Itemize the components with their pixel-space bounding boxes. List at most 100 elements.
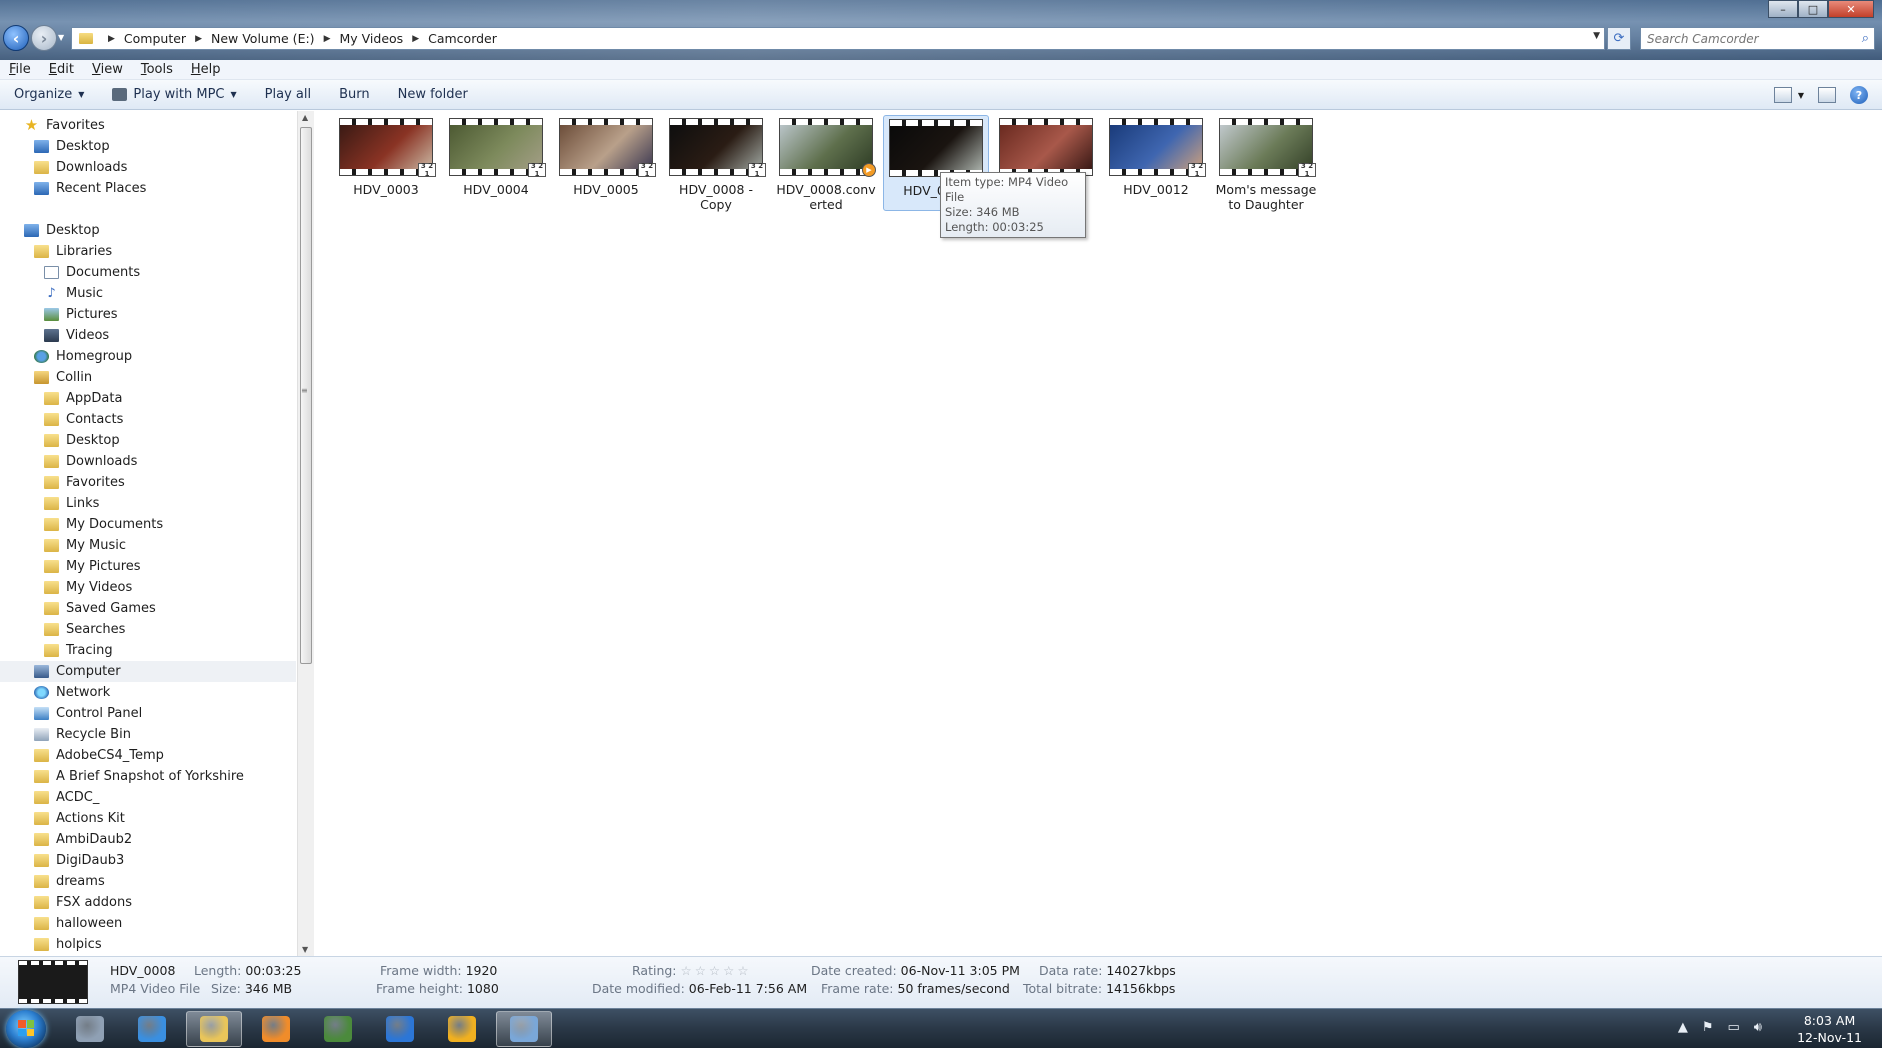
nav-item-recent-places[interactable]: Recent Places xyxy=(0,178,296,199)
menu-item[interactable]: Tools xyxy=(132,62,182,77)
nav-item-saved-games[interactable]: Saved Games xyxy=(0,598,296,619)
volume-icon[interactable]: 🔊︎ xyxy=(1754,1020,1762,1035)
nav-item-holpics[interactable]: holpics xyxy=(0,934,296,955)
organize-button[interactable]: Organize ▼ xyxy=(0,87,98,102)
file-item[interactable]: 3 2 1 HDV_0004 xyxy=(443,115,549,197)
action-center-flag-icon[interactable]: ⚑ xyxy=(1702,1020,1714,1035)
nav-item-videos[interactable]: Videos xyxy=(0,325,296,346)
nav-item-searches[interactable]: Searches xyxy=(0,619,296,640)
breadcrumb-item[interactable]: My Videos xyxy=(339,31,403,46)
menu-item[interactable]: View xyxy=(83,62,132,77)
nav-item-desktop[interactable]: Desktop xyxy=(0,220,296,241)
change-view-icon[interactable] xyxy=(1773,87,1792,103)
taskbar-media-player[interactable] xyxy=(248,1011,304,1047)
recent-pages-dropdown-icon[interactable]: ▼ xyxy=(58,33,64,42)
nav-item-links[interactable]: Links xyxy=(0,493,296,514)
clock[interactable]: 8:03 AM 12-Nov-11 xyxy=(1797,1012,1862,1046)
breadcrumb-item[interactable]: New Volume (E:) xyxy=(211,31,315,46)
preview-pane-icon[interactable] xyxy=(1818,87,1836,103)
nav-item-favorites[interactable]: Favorites xyxy=(0,472,296,493)
navigation-scrollbar[interactable]: ▲ ≡ ▼ xyxy=(297,111,314,956)
taskbar-windows-explorer[interactable] xyxy=(186,1011,242,1047)
back-button[interactable]: ‹ xyxy=(3,25,29,51)
file-item[interactable]: 3 2 1 HDV_0005 xyxy=(553,115,659,197)
nav-item-tracing[interactable]: Tracing xyxy=(0,640,296,661)
nav-item-halloween[interactable]: halloween xyxy=(0,913,296,934)
file-list[interactable]: 3 2 1 HDV_0003 3 2 1 HDV_0004 3 2 1 HDV_0005 3… xyxy=(315,111,1882,956)
maximize-button[interactable]: □ xyxy=(1798,0,1828,18)
nav-item-music[interactable]: ♪ Music xyxy=(0,283,296,304)
nav-item-a-brief-snapshot-of-yorkshire[interactable]: A Brief Snapshot of Yorkshire xyxy=(0,766,296,787)
file-item[interactable]: 3 2 1 Mom's message to Daughter xyxy=(1213,115,1319,212)
nav-item-acdc[interactable]: ACDC_ xyxy=(0,787,296,808)
forward-button[interactable]: › xyxy=(31,25,57,51)
close-button[interactable]: ✕ xyxy=(1828,0,1874,18)
nav-item-ambidaub2[interactable]: AmbiDaub2 xyxy=(0,829,296,850)
nav-item-adobecs4-temp[interactable]: AdobeCS4_Temp xyxy=(0,745,296,766)
nav-item-actions-kit[interactable]: Actions Kit xyxy=(0,808,296,829)
nav-item-favorites[interactable]: ★ Favorites xyxy=(0,115,296,136)
nav-item-control-panel[interactable]: Control Panel xyxy=(0,703,296,724)
nav-item-recycle-bin[interactable]: Recycle Bin xyxy=(0,724,296,745)
search-box[interactable]: ⌕ xyxy=(1640,27,1875,50)
start-button[interactable] xyxy=(6,1010,46,1048)
chevron-down-icon[interactable]: ▼ xyxy=(1593,31,1600,41)
nav-item-downloads[interactable]: Downloads xyxy=(0,451,296,472)
file-item[interactable]: ▶ HDV_0008.converted xyxy=(773,115,879,212)
nav-item-computer[interactable]: Computer xyxy=(0,661,296,682)
breadcrumb-item[interactable]: Camcorder xyxy=(428,31,497,46)
show-hidden-icons-icon[interactable]: ▲ xyxy=(1678,1020,1688,1035)
taskbar-app[interactable] xyxy=(496,1011,552,1047)
nav-item-my-music[interactable]: My Music xyxy=(0,535,296,556)
nav-item-desktop[interactable]: Desktop xyxy=(0,136,296,157)
address-bar[interactable]: ▶ Computer ▶ New Volume (E:) ▶ My Videos ▶ Cam… xyxy=(71,27,1605,50)
nav-item-network[interactable]: Network xyxy=(0,682,296,703)
new-folder-button[interactable]: New folder xyxy=(384,87,482,102)
nav-item-pictures[interactable]: Pictures xyxy=(0,304,296,325)
play-with-button[interactable]: Play with MPC ▼ xyxy=(98,87,250,102)
nav-item-my-documents[interactable]: My Documents xyxy=(0,514,296,535)
file-item[interactable]: 3 2 1 HDV_0012 xyxy=(1103,115,1209,197)
scroll-down-icon[interactable]: ▼ xyxy=(302,945,308,954)
file-item[interactable]: 3 2 1 HDV_0003 xyxy=(333,115,439,197)
taskbar-fsx[interactable] xyxy=(310,1011,366,1047)
play-all-button[interactable]: Play all xyxy=(251,87,325,102)
nav-item-homegroup[interactable]: Homegroup xyxy=(0,346,296,367)
chevron-down-icon[interactable]: ▼ xyxy=(1798,91,1804,100)
menu-item[interactable]: Help xyxy=(182,62,230,77)
nav-item-documents[interactable]: Documents xyxy=(0,262,296,283)
taskbar-flight-sim[interactable] xyxy=(62,1011,118,1047)
refresh-button[interactable]: ⟳ xyxy=(1607,27,1631,50)
nav-item-libraries[interactable]: Libraries xyxy=(0,241,296,262)
taskbar-outlook[interactable] xyxy=(434,1011,490,1047)
burn-button[interactable]: Burn xyxy=(325,87,384,102)
help-icon[interactable]: ? xyxy=(1850,86,1868,104)
taskbar-plane[interactable] xyxy=(372,1011,428,1047)
nav-item-dreams[interactable]: dreams xyxy=(0,871,296,892)
nav-item-contacts[interactable]: Contacts xyxy=(0,409,296,430)
scrollbar-thumb[interactable] xyxy=(300,127,312,664)
chevron-right-icon[interactable]: ▶ xyxy=(195,34,202,44)
menu-item[interactable]: Edit xyxy=(40,62,83,77)
minimize-button[interactable]: – xyxy=(1768,0,1798,18)
chevron-right-icon[interactable]: ▶ xyxy=(412,34,419,44)
search-icon[interactable]: ⌕ xyxy=(1862,31,1869,46)
file-item[interactable]: 3 2 1 HDV_0008 - Copy xyxy=(663,115,769,212)
nav-item-collin[interactable]: Collin xyxy=(0,367,296,388)
scroll-up-icon[interactable]: ▲ xyxy=(302,113,308,122)
nav-item-my-pictures[interactable]: My Pictures xyxy=(0,556,296,577)
chevron-right-icon[interactable]: ▶ xyxy=(108,34,115,44)
nav-item-fsx-addons[interactable]: FSX addons xyxy=(0,892,296,913)
nav-item-my-videos[interactable]: My Videos xyxy=(0,577,296,598)
nav-item-desktop[interactable]: Desktop xyxy=(0,430,296,451)
nav-item-appdata[interactable]: AppData xyxy=(0,388,296,409)
rating-stars[interactable]: ☆☆☆☆☆ xyxy=(681,963,752,978)
nav-item-downloads[interactable]: Downloads xyxy=(0,157,296,178)
search-input[interactable] xyxy=(1641,31,1846,46)
menu-item[interactable]: File xyxy=(0,62,40,77)
nav-item-digidaub3[interactable]: DigiDaub3 xyxy=(0,850,296,871)
taskbar-internet-explorer[interactable] xyxy=(124,1011,180,1047)
breadcrumb-item[interactable]: Computer xyxy=(124,31,186,46)
chevron-right-icon[interactable]: ▶ xyxy=(324,34,331,44)
network-tray-icon[interactable]: ▭ xyxy=(1728,1020,1740,1035)
